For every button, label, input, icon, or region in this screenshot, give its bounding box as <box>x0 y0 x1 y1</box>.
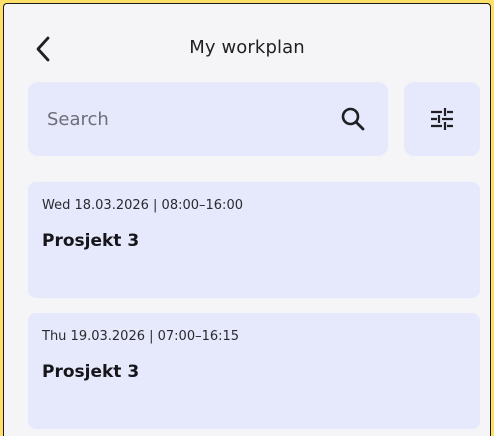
workplan-card[interactable]: Thu 19.03.2026 | 07:00–16:15 Prosjekt 3 <box>28 313 480 429</box>
card-date-time: Thu 19.03.2026 | 07:00–16:15 <box>42 329 240 344</box>
header: My workplan <box>4 4 490 84</box>
page-title: My workplan <box>189 37 305 58</box>
search-input[interactable] <box>47 104 317 134</box>
search-box[interactable] <box>28 82 388 156</box>
search-icon[interactable] <box>340 106 366 132</box>
workplan-card[interactable]: Wed 18.03.2026 | 08:00–16:00 Prosjekt 3 <box>28 182 480 298</box>
app-screen: My workplan Wed 18.03.2026 | 08:00–16:00… <box>3 3 491 436</box>
card-date-time: Wed 18.03.2026 | 08:00–16:00 <box>42 198 243 213</box>
card-project: Prosjekt 3 <box>42 362 140 382</box>
sliders-icon <box>431 108 453 130</box>
card-project: Prosjekt 3 <box>42 231 140 251</box>
filter-button[interactable] <box>404 82 480 156</box>
